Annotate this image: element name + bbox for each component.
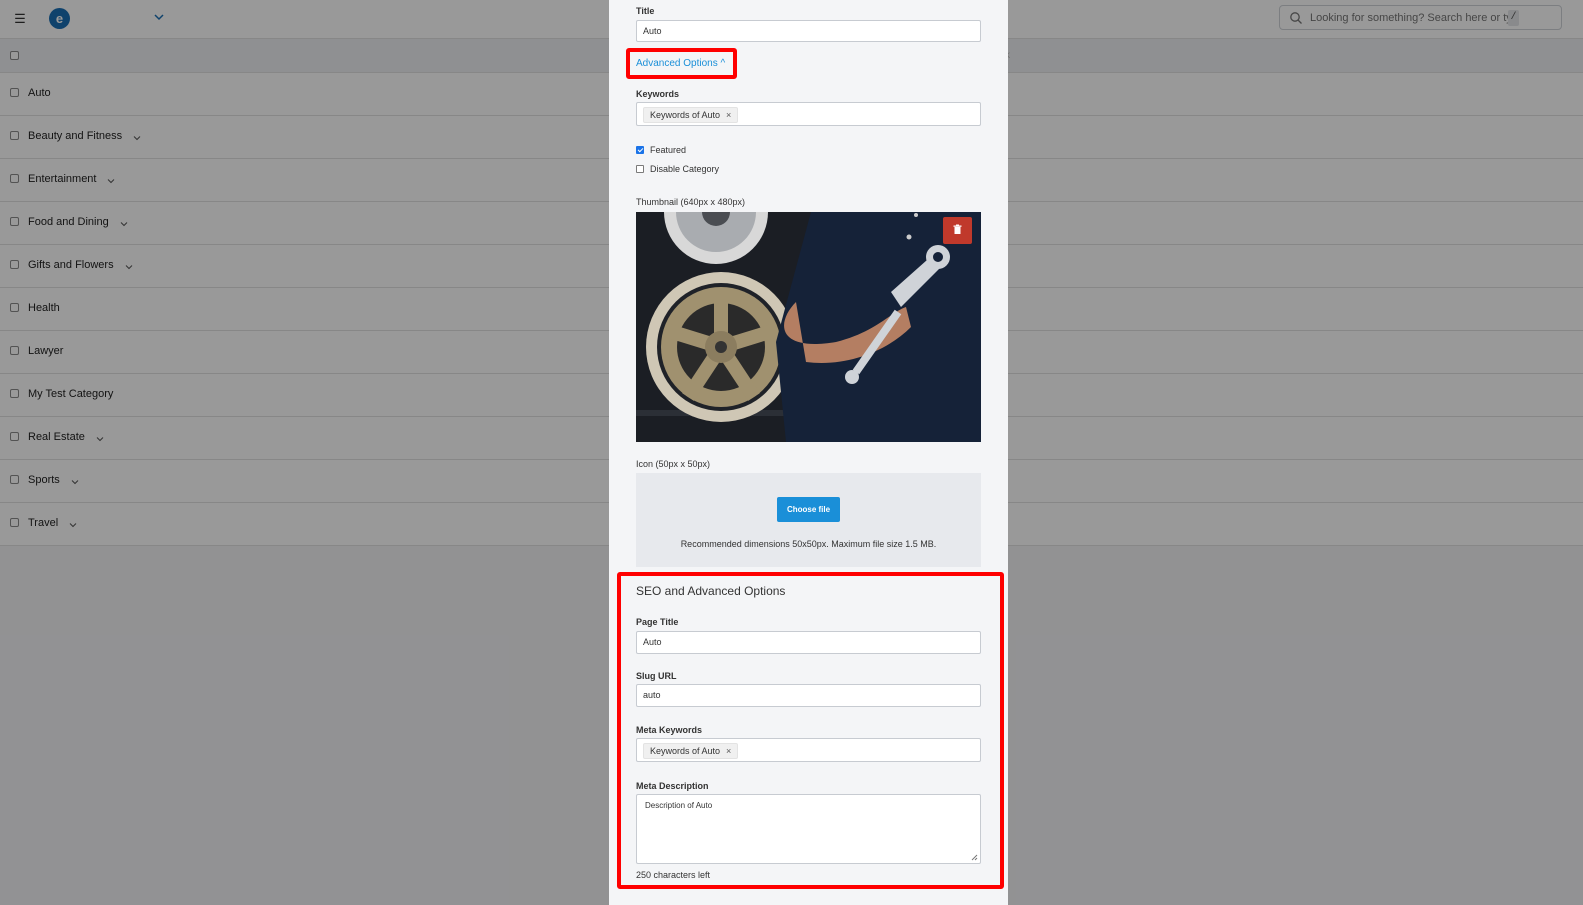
title-label: Title (636, 6, 655, 16)
disable-category-checkbox[interactable] (636, 165, 644, 173)
thumbnail-image (636, 212, 981, 442)
delete-thumbnail-button[interactable] (943, 217, 972, 244)
meta-keyword-tag: Keywords of Auto × (643, 743, 739, 759)
meta-description-text: Description of Auto (645, 801, 713, 810)
choose-file-button[interactable]: Choose file (777, 497, 840, 522)
icon-label: Icon (50px x 50px) (636, 459, 711, 469)
meta-keywords-label: Meta Keywords (636, 725, 703, 735)
disable-category-row[interactable]: Disable Category (636, 164, 719, 174)
meta-description-textarea[interactable]: Description of Auto (636, 794, 981, 864)
page-title-label: Page Title (636, 617, 679, 627)
page-title-input[interactable]: Auto (636, 631, 981, 654)
slug-url-label: Slug URL (636, 671, 677, 681)
keywords-label: Keywords (636, 89, 680, 99)
advanced-options-link[interactable]: Advanced Options ^ (636, 58, 725, 69)
thumbnail-label: Thumbnail (640px x 480px) (636, 197, 746, 207)
wheel-bronze (646, 272, 796, 422)
trash-icon (953, 224, 962, 234)
upload-hint: Recommended dimensions 50x50px. Maximum … (680, 539, 937, 549)
edit-category-panel: Title Auto Advanced Options ^ Keywords K… (609, 0, 1008, 905)
mechanic-with-wrench-image (636, 212, 981, 442)
keyword-tag-text: Keywords of Auto (650, 110, 721, 120)
slug-url-input[interactable]: auto (636, 684, 981, 707)
icon-upload-dropzone[interactable]: Choose file Recommended dimensions 50x50… (636, 473, 981, 567)
characters-left-counter: 250 characters left (636, 870, 711, 880)
seo-section-heading: SEO and Advanced Options (636, 584, 786, 598)
meta-keyword-tag-text: Keywords of Auto (650, 746, 721, 756)
remove-tag-icon[interactable]: × (726, 110, 731, 120)
featured-checkbox[interactable] (636, 146, 644, 154)
title-input[interactable]: Auto (636, 20, 981, 42)
remove-tag-icon[interactable]: × (726, 746, 731, 756)
featured-label: Featured (650, 145, 687, 155)
meta-keywords-input[interactable]: Keywords of Auto × (636, 738, 981, 762)
keyword-tag: Keywords of Auto × (643, 107, 739, 123)
meta-description-label: Meta Description (636, 781, 709, 791)
disable-category-label: Disable Category (650, 164, 720, 174)
keywords-input[interactable]: Keywords of Auto × (636, 102, 981, 126)
featured-checkbox-row[interactable]: Featured (636, 145, 686, 155)
resize-grip-icon[interactable] (970, 853, 978, 861)
